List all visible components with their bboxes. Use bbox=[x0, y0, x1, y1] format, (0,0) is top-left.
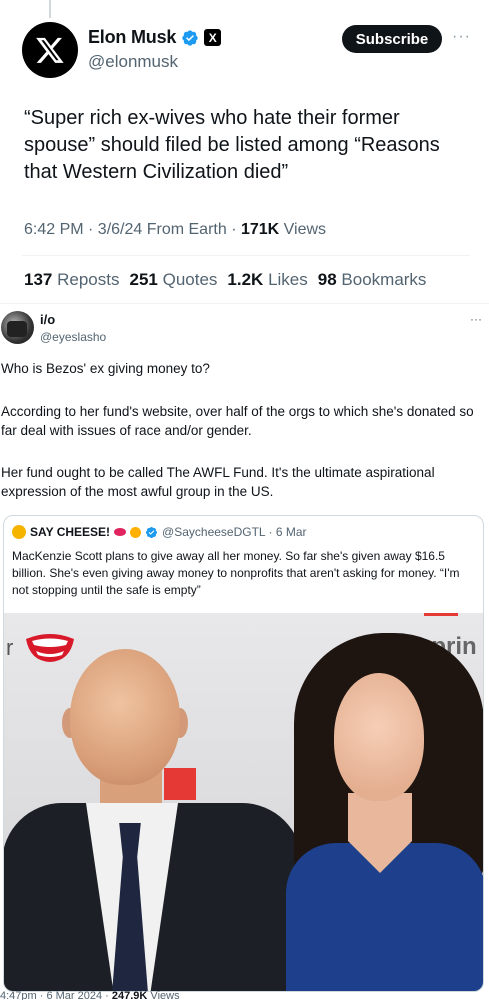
engagement-stats: 137 Reposts 251 Quotes 1.2K Likes 98 Boo… bbox=[24, 270, 426, 290]
reply-views-count: 247.9K bbox=[111, 990, 148, 1000]
verified-badge-icon bbox=[182, 29, 198, 46]
quoted-tweet-text: MacKenzie Scott plans to give away all h… bbox=[12, 549, 460, 597]
divider bbox=[0, 303, 489, 304]
lips-emoji-icon bbox=[114, 528, 127, 536]
person-figure bbox=[334, 673, 424, 801]
views-label: Views bbox=[279, 221, 327, 238]
reposts-stat[interactable]: 137 Reposts bbox=[24, 270, 119, 290]
tweet-text: “Super rich ex-wives who hate their form… bbox=[24, 107, 440, 183]
reply-paragraph: Her fund ought to be called The AWFL Fun… bbox=[1, 465, 435, 499]
reply-avatar[interactable] bbox=[1, 311, 34, 344]
reply-author-handle[interactable]: @eyeslasho bbox=[40, 330, 106, 344]
bookmarks-stat[interactable]: 98 Bookmarks bbox=[318, 270, 427, 290]
smiley-emoji-icon bbox=[12, 525, 26, 539]
author-handle[interactable]: @elonmusk bbox=[88, 52, 178, 72]
backdrop-stripe bbox=[424, 613, 458, 616]
face-emoji-icon bbox=[130, 526, 142, 538]
likes-stat[interactable]: 1.2K Likes bbox=[227, 270, 307, 290]
reply-author-name[interactable]: i/o bbox=[40, 312, 55, 327]
reply-timestamp[interactable]: 4:47pm · 6 Mar 2024 · bbox=[0, 990, 112, 1000]
quoted-tweet-card[interactable]: SAY CHEESE! @SaycheeseDGTL · 6 Mar MacKe… bbox=[3, 515, 484, 992]
say-cheese-logo-icon bbox=[26, 634, 74, 662]
x-logo-icon bbox=[36, 37, 64, 63]
quoted-author-name[interactable]: SAY CHEESE! bbox=[30, 525, 110, 539]
quoted-tweet-photo[interactable]: r sprin a r d ner bbox=[4, 613, 483, 991]
quoted-tweet-header: SAY CHEESE! @SaycheeseDGTL · 6 Mar bbox=[12, 525, 307, 539]
divider bbox=[22, 255, 470, 256]
views-count: 171K bbox=[240, 221, 280, 238]
reply-more-options-icon[interactable]: ··· bbox=[470, 312, 482, 326]
reply-meta: 4:47pm · 6 Mar 2024 · 247.9K Views bbox=[0, 990, 180, 1000]
avatar[interactable] bbox=[22, 22, 78, 78]
person-figure bbox=[70, 649, 180, 785]
x-affiliate-badge-icon: X bbox=[204, 29, 222, 46]
subscribe-button[interactable]: Subscribe bbox=[342, 25, 442, 53]
backdrop-text: r bbox=[6, 635, 14, 660]
reply-paragraph: According to her fund's website, over ha… bbox=[1, 404, 474, 438]
more-options-icon[interactable]: ··· bbox=[452, 28, 471, 46]
quoted-author-handle[interactable]: @SaycheeseDGTL · 6 Mar bbox=[162, 525, 306, 539]
main-tweet-header: Elon Musk X @elonmusk Subscribe ··· bbox=[22, 22, 472, 78]
reply-paragraph: Who is Bezos' ex giving money to? bbox=[1, 361, 210, 376]
reply-views-label: Views bbox=[147, 990, 180, 1000]
tweet-timestamp[interactable]: 6:42 PM · 3/6/24 From Earth · bbox=[24, 221, 241, 238]
tweet-meta: 6:42 PM · 3/6/24 From Earth · 171K Views bbox=[24, 221, 326, 239]
quotes-stat[interactable]: 251 Quotes bbox=[129, 270, 217, 290]
author-name[interactable]: Elon Musk bbox=[88, 27, 176, 48]
backdrop-logo bbox=[164, 768, 196, 800]
verified-badge-icon bbox=[145, 526, 158, 538]
thread-line bbox=[49, 0, 51, 18]
